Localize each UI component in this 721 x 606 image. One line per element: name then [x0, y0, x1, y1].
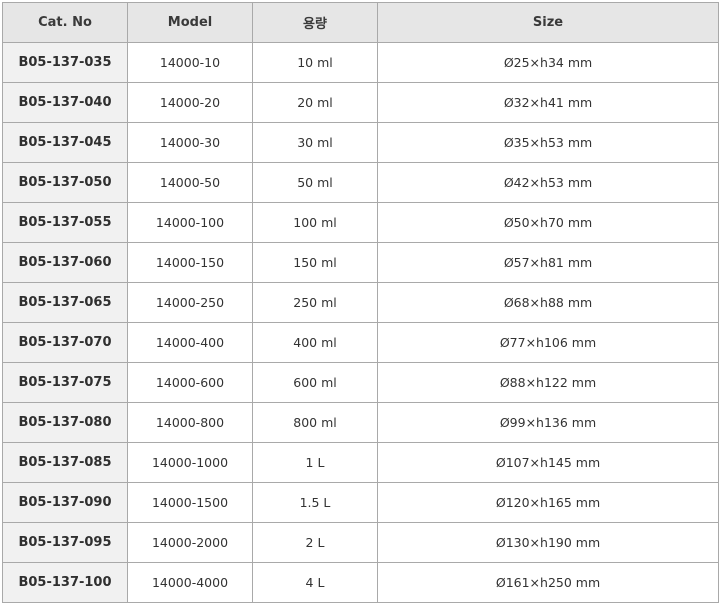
table-header: Cat. No Model 용량 Size [2, 2, 719, 43]
cell-capacity: 800 ml [252, 402, 378, 443]
table-row: B05-137-035 14000-10 10 ml Ø25×h34 mm [2, 42, 719, 83]
cell-capacity: 600 ml [252, 362, 378, 403]
header-cat-no: Cat. No [2, 2, 128, 43]
cell-model: 14000-1000 [127, 442, 253, 483]
table-row: B05-137-075 14000-600 600 ml Ø88×h122 mm [2, 362, 719, 403]
cell-size: Ø99×h136 mm [377, 402, 719, 443]
cell-cat-no: B05-137-035 [2, 42, 128, 83]
table-row: B05-137-090 14000-1500 1.5 L Ø120×h165 m… [2, 482, 719, 523]
cell-model: 14000-1500 [127, 482, 253, 523]
cell-size: Ø120×h165 mm [377, 482, 719, 523]
cell-cat-no: B05-137-045 [2, 122, 128, 163]
cell-size: Ø32×h41 mm [377, 82, 719, 123]
cell-model: 14000-150 [127, 242, 253, 283]
cell-size: Ø25×h34 mm [377, 42, 719, 83]
cell-model: 14000-2000 [127, 522, 253, 563]
cell-model: 14000-4000 [127, 562, 253, 603]
cell-cat-no: B05-137-075 [2, 362, 128, 403]
cell-size: Ø68×h88 mm [377, 282, 719, 323]
cell-size: Ø57×h81 mm [377, 242, 719, 283]
cell-capacity: 4 L [252, 562, 378, 603]
cell-cat-no: B05-137-065 [2, 282, 128, 323]
cell-model: 14000-800 [127, 402, 253, 443]
cell-capacity: 1 L [252, 442, 378, 483]
cell-model: 14000-20 [127, 82, 253, 123]
table-row: B05-137-080 14000-800 800 ml Ø99×h136 mm [2, 402, 719, 443]
cell-capacity: 100 ml [252, 202, 378, 243]
cell-model: 14000-600 [127, 362, 253, 403]
cell-capacity: 30 ml [252, 122, 378, 163]
cell-size: Ø161×h250 mm [377, 562, 719, 603]
table-row: B05-137-045 14000-30 30 ml Ø35×h53 mm [2, 122, 719, 163]
cell-model: 14000-50 [127, 162, 253, 203]
cell-capacity: 2 L [252, 522, 378, 563]
cell-cat-no: B05-137-085 [2, 442, 128, 483]
table-row: B05-137-100 14000-4000 4 L Ø161×h250 mm [2, 562, 719, 603]
cell-cat-no: B05-137-095 [2, 522, 128, 563]
spec-table: Cat. No Model 용량 Size B05-137-035 14000-… [2, 2, 719, 603]
cell-capacity: 50 ml [252, 162, 378, 203]
cell-cat-no: B05-137-100 [2, 562, 128, 603]
table-row: B05-137-055 14000-100 100 ml Ø50×h70 mm [2, 202, 719, 243]
table-row: B05-137-070 14000-400 400 ml Ø77×h106 mm [2, 322, 719, 363]
header-row: Cat. No Model 용량 Size [2, 2, 719, 43]
table-body: B05-137-035 14000-10 10 ml Ø25×h34 mm B0… [2, 42, 719, 603]
cell-cat-no: B05-137-090 [2, 482, 128, 523]
cell-size: Ø130×h190 mm [377, 522, 719, 563]
cell-model: 14000-100 [127, 202, 253, 243]
cell-size: Ø107×h145 mm [377, 442, 719, 483]
table-row: B05-137-060 14000-150 150 ml Ø57×h81 mm [2, 242, 719, 283]
cell-capacity: 20 ml [252, 82, 378, 123]
cell-cat-no: B05-137-080 [2, 402, 128, 443]
cell-size: Ø42×h53 mm [377, 162, 719, 203]
cell-model: 14000-30 [127, 122, 253, 163]
page: Cat. No Model 용량 Size B05-137-035 14000-… [0, 0, 721, 606]
cell-cat-no: B05-137-040 [2, 82, 128, 123]
cell-size: Ø77×h106 mm [377, 322, 719, 363]
cell-capacity: 10 ml [252, 42, 378, 83]
cell-size: Ø50×h70 mm [377, 202, 719, 243]
cell-capacity: 150 ml [252, 242, 378, 283]
header-model: Model [127, 2, 253, 43]
cell-model: 14000-10 [127, 42, 253, 83]
table-row: B05-137-040 14000-20 20 ml Ø32×h41 mm [2, 82, 719, 123]
cell-model: 14000-250 [127, 282, 253, 323]
table-row: B05-137-085 14000-1000 1 L Ø107×h145 mm [2, 442, 719, 483]
cell-cat-no: B05-137-055 [2, 202, 128, 243]
cell-size: Ø88×h122 mm [377, 362, 719, 403]
table-row: B05-137-050 14000-50 50 ml Ø42×h53 mm [2, 162, 719, 203]
cell-cat-no: B05-137-060 [2, 242, 128, 283]
cell-capacity: 400 ml [252, 322, 378, 363]
cell-cat-no: B05-137-050 [2, 162, 128, 203]
table-row: B05-137-065 14000-250 250 ml Ø68×h88 mm [2, 282, 719, 323]
header-capacity: 용량 [252, 2, 378, 43]
table-row: B05-137-095 14000-2000 2 L Ø130×h190 mm [2, 522, 719, 563]
header-size: Size [377, 2, 719, 43]
cell-size: Ø35×h53 mm [377, 122, 719, 163]
cell-cat-no: B05-137-070 [2, 322, 128, 363]
cell-model: 14000-400 [127, 322, 253, 363]
cell-capacity: 250 ml [252, 282, 378, 323]
cell-capacity: 1.5 L [252, 482, 378, 523]
